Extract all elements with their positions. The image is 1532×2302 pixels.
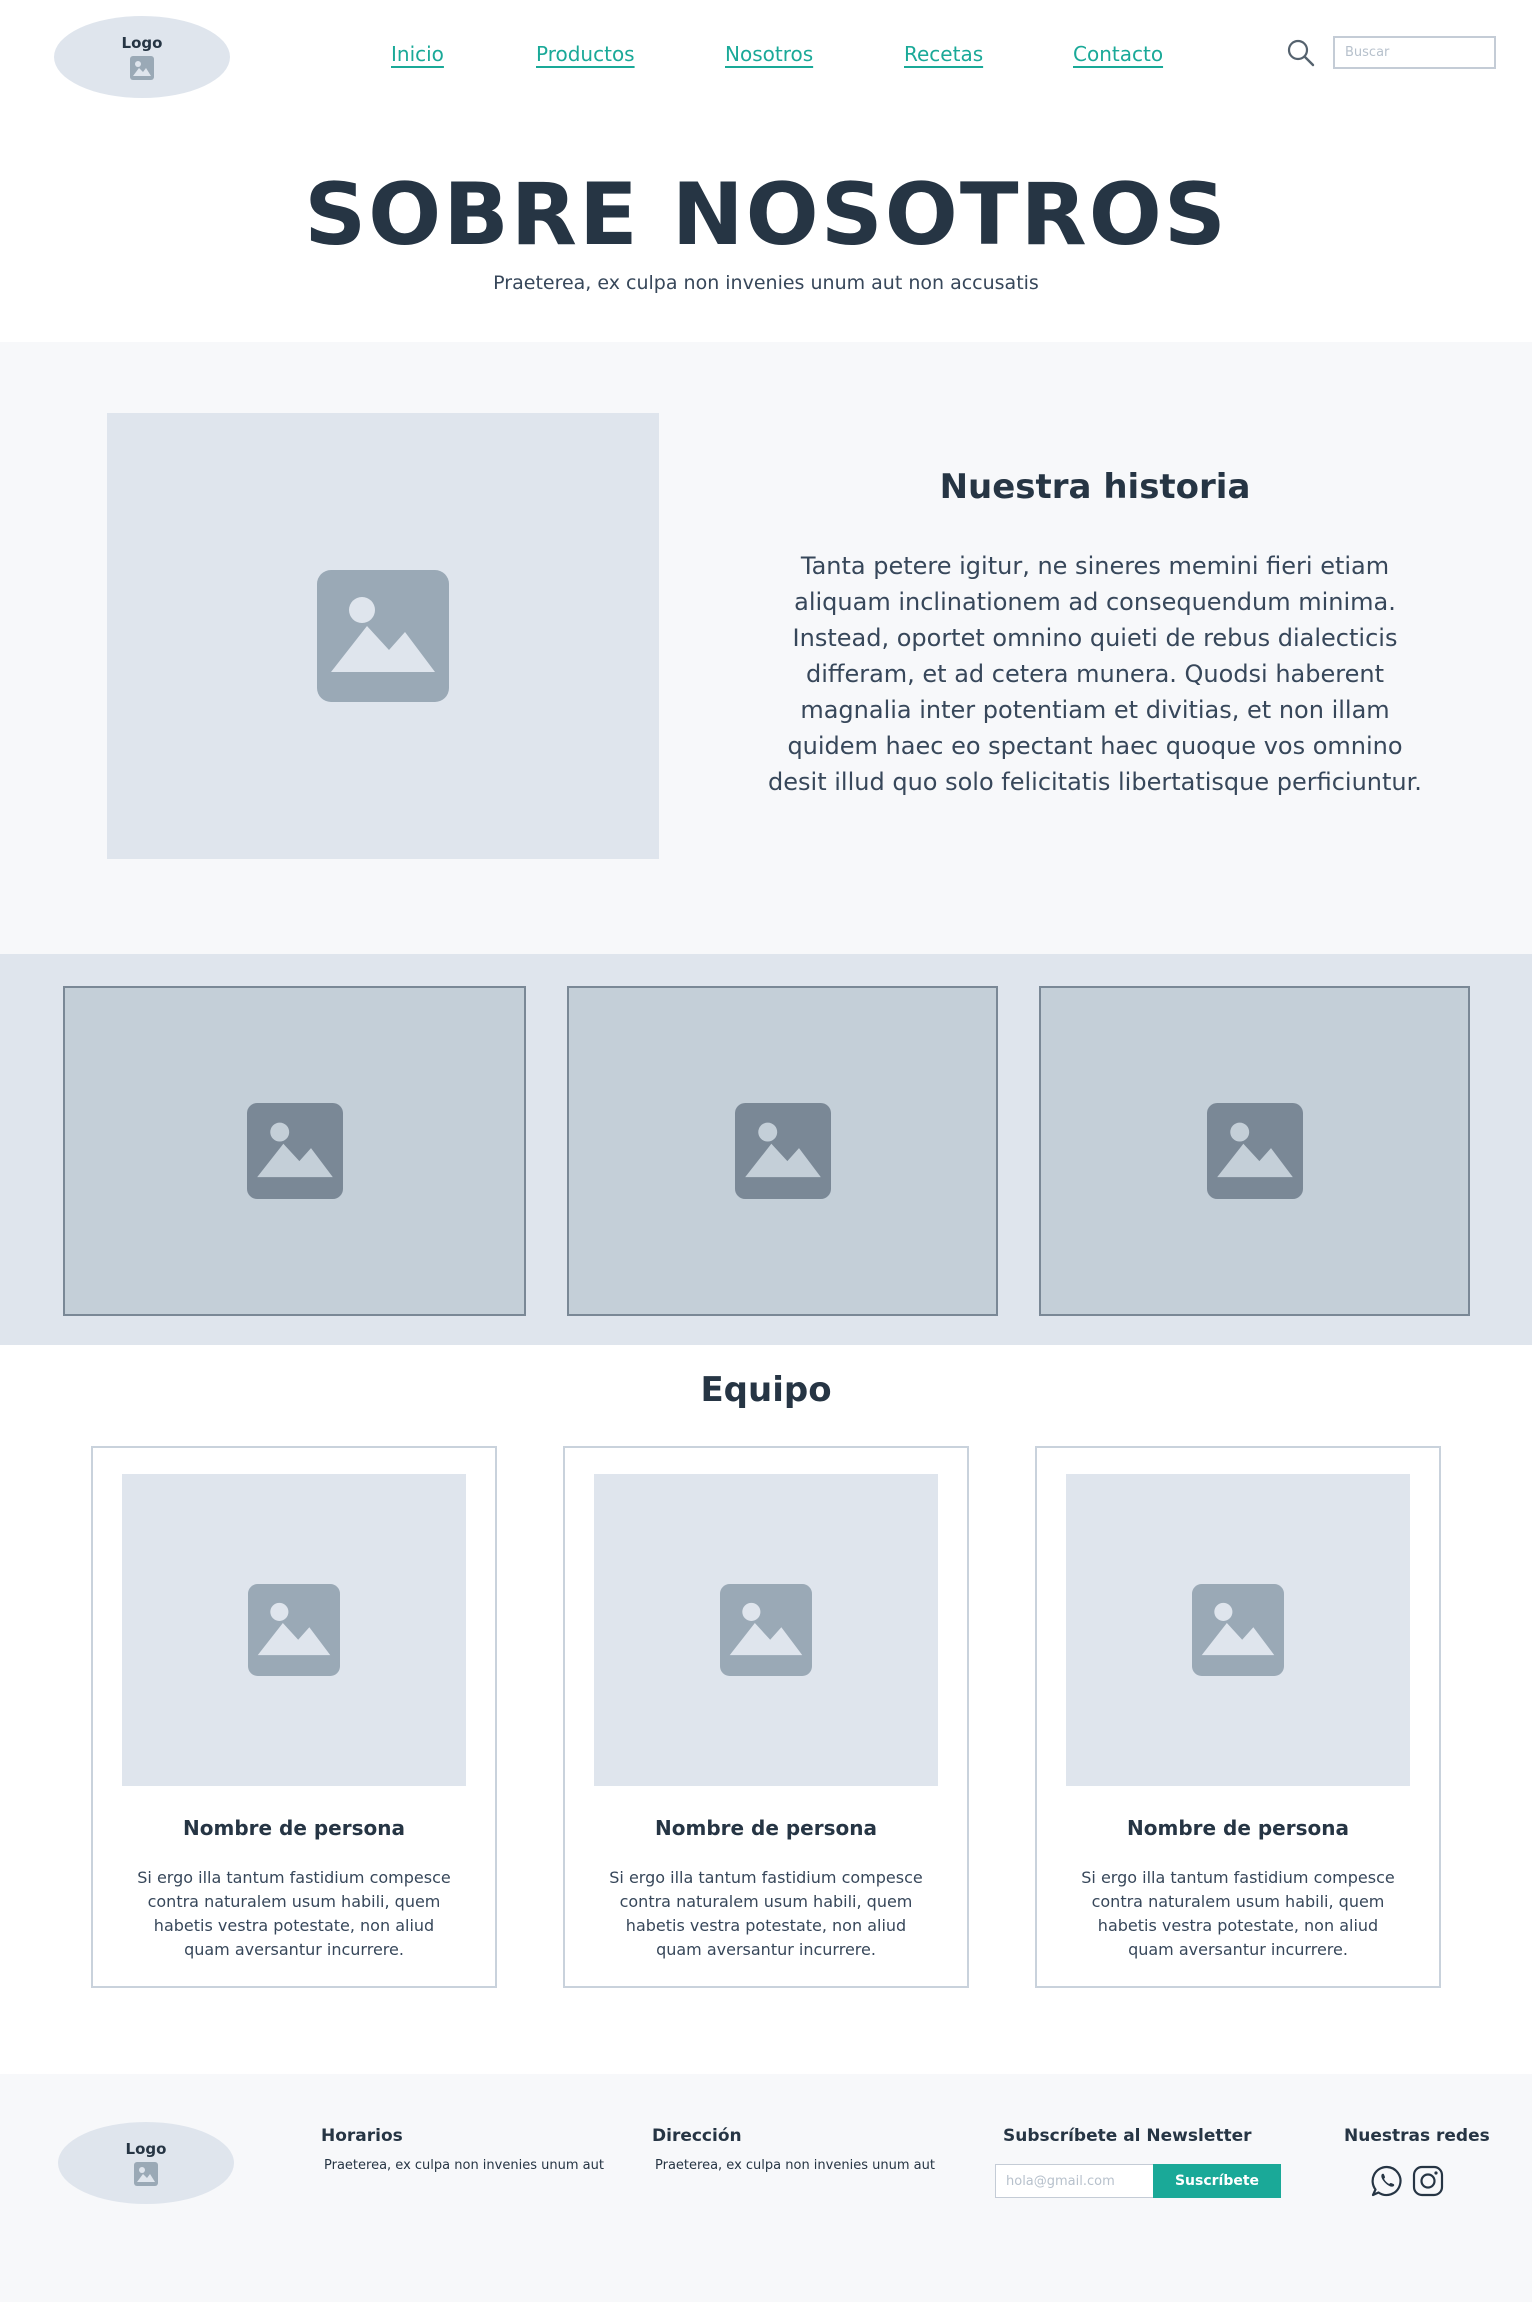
image-placeholder-icon (720, 1584, 812, 1676)
image-placeholder-icon (734, 1103, 831, 1199)
nav-contacto[interactable]: Contacto (1073, 42, 1163, 66)
image-placeholder-icon (317, 570, 449, 702)
nav-recetas[interactable]: Recetas (904, 42, 983, 66)
gallery-image[interactable] (63, 986, 526, 1316)
newsletter-email-input[interactable] (995, 2164, 1154, 2198)
hours-title: Horarios (321, 2126, 403, 2146)
image-placeholder-icon (248, 1584, 340, 1676)
address-title: Dirección (652, 2126, 742, 2146)
nav-productos[interactable]: Productos (536, 42, 635, 66)
team-card: Nombre de persona Si ergo illa tantum fa… (91, 1446, 497, 1988)
newsletter-subscribe-button[interactable]: Suscríbete (1153, 2164, 1281, 2198)
team-member-photo (122, 1474, 466, 1786)
social-title: Nuestras redes (1344, 2126, 1490, 2146)
gallery-image[interactable] (567, 986, 998, 1316)
history-image (107, 413, 659, 859)
team-member-description: Si ergo illa tantum fastidium compesce c… (609, 1868, 923, 1959)
page-title: SOBRE NOSOTROS (304, 165, 1228, 265)
gallery-image[interactable] (1039, 986, 1470, 1316)
search-icon[interactable] (1286, 38, 1316, 68)
instagram-icon[interactable] (1411, 2164, 1445, 2198)
team-card: Nombre de persona Si ergo illa tantum fa… (563, 1446, 969, 1988)
logo-label: Logo (125, 2140, 167, 2158)
team-member-name: Nombre de persona (183, 1816, 405, 1840)
team-member-description: Si ergo illa tantum fastidium compesce c… (137, 1868, 451, 1959)
team-member-name: Nombre de persona (1127, 1816, 1349, 1840)
history-section: Nuestra historia Tanta petere igitur, ne… (0, 342, 1532, 954)
address-text: Praeterea, ex culpa non invenies unum au… (655, 2158, 935, 2173)
footer-logo[interactable]: Logo (58, 2122, 234, 2204)
whatsapp-icon[interactable] (1370, 2164, 1404, 2198)
site-footer: Logo Horarios Praeterea, ex culpa non in… (0, 2074, 1532, 2302)
team-card: Nombre de persona Si ergo illa tantum fa… (1035, 1446, 1441, 1988)
history-title: Nuestra historia (939, 467, 1251, 507)
team-member-photo (1066, 1474, 1410, 1786)
page-subtitle: Praeterea, ex culpa non invenies unum au… (493, 272, 1039, 294)
team-member-photo (594, 1474, 938, 1786)
search-input[interactable] (1333, 36, 1496, 69)
image-placeholder-icon (1192, 1584, 1284, 1676)
team-title: Equipo (700, 1370, 832, 1410)
image-placeholder-icon (246, 1103, 343, 1199)
logo-image-icon (134, 2162, 158, 2186)
history-text: Tanta petere igitur, ne sineres memini f… (768, 552, 1422, 796)
image-placeholder-icon (1206, 1103, 1303, 1199)
gallery-section (0, 954, 1532, 1345)
site-header: Logo Inicio Productos Nosotros Recetas C… (0, 0, 1532, 110)
nav-inicio[interactable]: Inicio (391, 42, 444, 66)
newsletter-title: Subscríbete al Newsletter (1003, 2126, 1252, 2146)
team-member-name: Nombre de persona (655, 1816, 877, 1840)
team-member-description: Si ergo illa tantum fastidium compesce c… (1081, 1868, 1395, 1959)
hours-text: Praeterea, ex culpa non invenies unum au… (324, 2158, 604, 2173)
nav-nosotros[interactable]: Nosotros (725, 42, 813, 66)
